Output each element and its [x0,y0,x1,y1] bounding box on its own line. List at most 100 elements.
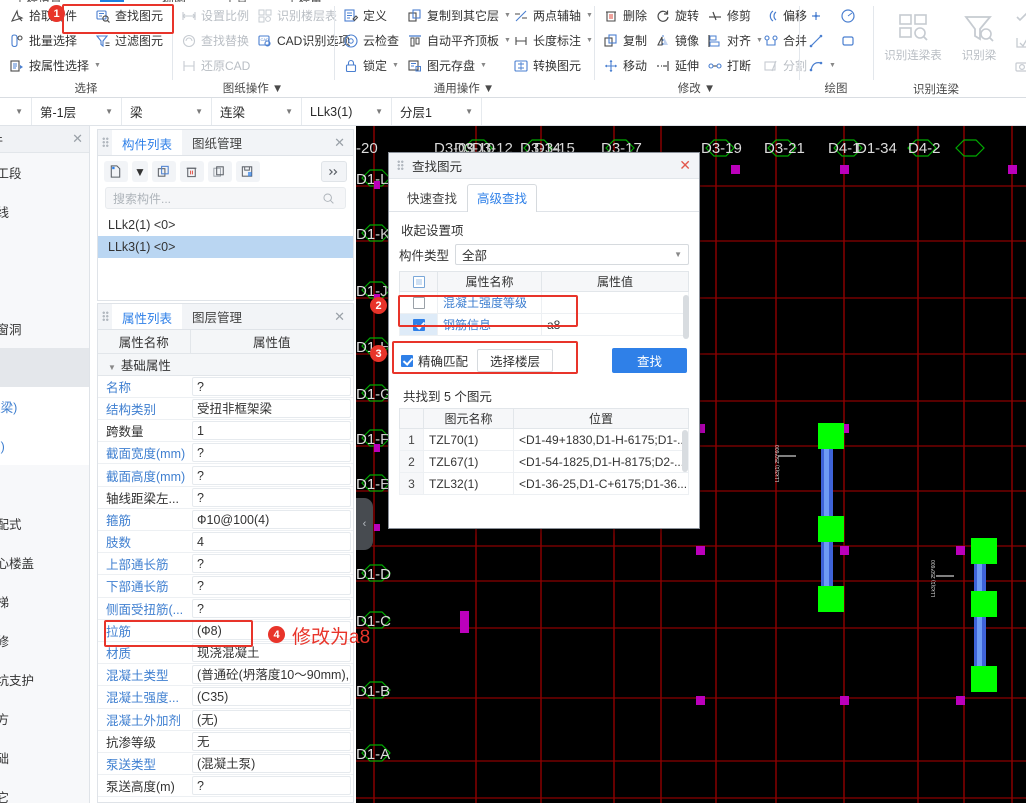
table-row[interactable]: 肢数 4 [98,530,353,554]
ribbon-item-move[interactable]: 移动 [601,53,653,78]
ribbon-item-restore-cad[interactable]: 还原CAD [179,53,255,78]
ribbon-item-identify-beam[interactable]: 识别梁 [946,3,1012,63]
drag-grip-icon[interactable] [98,130,112,155]
attr-checkbox[interactable] [412,319,425,332]
table-row[interactable]: 跨数量 1 [98,419,353,443]
new-dropdown-button[interactable]: ▼ [132,161,148,182]
ribbon-item-draw-rect[interactable] [838,28,866,53]
table-row[interactable]: 截面高度(mm)? [98,463,353,487]
selector-category[interactable]: 梁 ▼ [122,98,212,125]
attr-value[interactable] [541,291,689,314]
expand-button[interactable] [321,161,347,182]
dialog-title-bar[interactable]: 查找图元 ✕ [389,153,699,179]
row-checkbox-cell[interactable] [399,313,438,336]
ribbon-item-cad-identify-options[interactable]: CAD CAD识别选项 [255,28,350,53]
table-row[interactable]: 混凝土外加剂 (无) [98,708,353,731]
ribbon-item-check-1[interactable]: 校核 [1012,5,1026,30]
table-row[interactable]: 泵送高度(m)? [98,774,353,798]
close-icon[interactable]: ✕ [334,304,353,329]
drag-grip-icon[interactable] [393,160,407,171]
collapse-settings-link[interactable]: 收起设置项 [399,219,689,244]
table-row[interactable]: 截面宽度(mm)? [98,441,353,465]
table-row[interactable]: 名称? [98,375,353,398]
module-item-earthwork[interactable]: 土方 [0,699,89,738]
duplicate-component-button[interactable] [207,161,232,182]
attr-table-scrollbar[interactable] [683,295,689,339]
ribbon-item-check-2[interactable]: 校核 [1012,30,1026,55]
find-button[interactable]: 查找 [612,348,687,373]
property-value-cell[interactable]: ? [190,597,353,620]
ribbon-item-identify-beam-table[interactable]: 识别连梁表 [880,3,946,63]
panel-collapse-handle[interactable]: ‹ [356,498,373,550]
property-value-cell[interactable]: (普通砼(坍落度10～90mm),... [190,663,353,687]
property-value-cell[interactable]: (混凝土泵) [190,752,353,776]
property-value-cell[interactable]: Ф10@100(4) [190,508,353,532]
table-row[interactable]: 3 TZL32(1) <D1-36-25,D1-C+6175;D1-36... [399,472,689,495]
ribbon-group-title[interactable]: 修改 ▼ [601,79,792,98]
ribbon-item-mirror[interactable]: 镜像 [653,28,705,53]
property-value-cell[interactable]: ? [190,463,353,487]
ribbon-item-element-save[interactable]: 图元存盘 ▼ [405,53,511,78]
list-item[interactable]: LLk2(1) <0> [98,214,353,236]
module-item-stair[interactable]: 楼梯 [0,582,89,621]
ribbon-item-find-element[interactable]: 查找图元 [93,3,169,28]
ribbon-item-filter-element[interactable]: 过滤图元 [93,28,169,53]
ribbon-item-find-replace[interactable]: 查找替换 [179,28,255,53]
table-row[interactable]: 钢筋信息 a8 [399,313,689,336]
tab-property-list[interactable]: 属性列表 [112,304,183,329]
results-scrollbar[interactable] [682,430,688,472]
ribbon-item-batch-select[interactable]: 批量选择 [7,28,93,53]
ribbon-item-select-by-property[interactable]: 按属性选择 ▼ [7,53,101,78]
selector-subcategory[interactable]: 连梁 ▼ [212,98,302,125]
drag-grip-icon[interactable] [98,304,112,329]
module-item-other[interactable]: 其它 [0,777,89,803]
ribbon-item-cloud-check[interactable]: 云检查 [341,28,405,53]
table-row[interactable]: 下部通长筋? [98,574,353,598]
table-row[interactable]: 1 TZL70(1) <D1-49+1830,D1-H-6175;D1-... [399,428,689,451]
property-value-cell[interactable]: ? [190,441,353,465]
ribbon-group-title[interactable]: 图纸操作 ▼ [179,79,327,98]
ribbon-item-break[interactable]: 打断 [705,53,761,78]
property-value-cell[interactable]: (C35) [190,685,353,709]
selector-0[interactable]: ▼ [0,98,32,125]
property-value-cell[interactable]: 受扭非框架梁 [190,397,353,421]
property-value-cell[interactable]: ? [190,774,353,798]
table-row[interactable]: 抗渗等级无 [98,730,353,753]
module-item-foundation[interactable]: 基础 [0,738,89,777]
module-item-beam-sub[interactable]: (梁) [0,426,89,465]
ribbon-item-identify[interactable]: 识别 [1012,55,1026,80]
exact-match-checkbox[interactable] [401,354,413,367]
module-item-coupling-beam[interactable]: (连梁) [0,387,89,426]
ribbon-item-delete[interactable]: 删除 [601,3,653,28]
module-item-wall[interactable]: 墙 [0,270,89,309]
col-checkbox-header[interactable] [399,271,438,292]
close-icon[interactable]: ✕ [679,157,691,174]
module-item-slab[interactable]: 板 [0,465,89,504]
tab-quick-find[interactable]: 快速查找 [397,184,467,211]
new-component-button[interactable] [104,161,128,182]
module-item-beam[interactable]: 梁 [0,348,89,387]
module-item-decoration[interactable]: 装修 [0,621,89,660]
property-value-cell[interactable]: 1 [190,419,353,443]
module-item-door-window[interactable]: 门窗洞 [0,309,89,348]
table-row[interactable]: 侧面受扭筋(...? [98,597,353,620]
close-icon[interactable]: ✕ [334,130,353,155]
property-value-cell[interactable]: 无 [190,730,353,753]
table-row[interactable]: 混凝土类型 (普通砼(坍落度10～90mm),... [98,663,353,687]
table-row[interactable]: 混凝土强度等级 [399,291,689,314]
selector-layer[interactable]: 分层1 ▼ [392,98,482,125]
ribbon-item-two-point-axis[interactable]: 两点辅轴 ▼ [511,3,599,28]
ribbon-item-trim[interactable]: 修剪 [705,3,761,28]
tab-layer-management[interactable]: 图层管理 [182,304,252,329]
ribbon-item-extend[interactable]: 延伸 [653,53,705,78]
module-item-column[interactable]: 柱 [0,231,89,270]
ribbon-item-align[interactable]: 对齐 ▼ [705,28,763,53]
table-row[interactable]: 结构类别 受扭非框架梁 [98,397,353,421]
search-component-input[interactable]: 搜索构件... [105,187,346,209]
ribbon-item-copy-to-other-layer[interactable]: 复制到其它层 ▼ [405,3,511,28]
property-value-cell[interactable]: ? [190,486,353,509]
exact-match-option[interactable]: 精确匹配 [401,351,468,370]
module-item-axis[interactable]: 轴线 [0,192,89,231]
row-checkbox-cell[interactable] [399,291,438,314]
delete-component-button[interactable] [179,161,204,182]
